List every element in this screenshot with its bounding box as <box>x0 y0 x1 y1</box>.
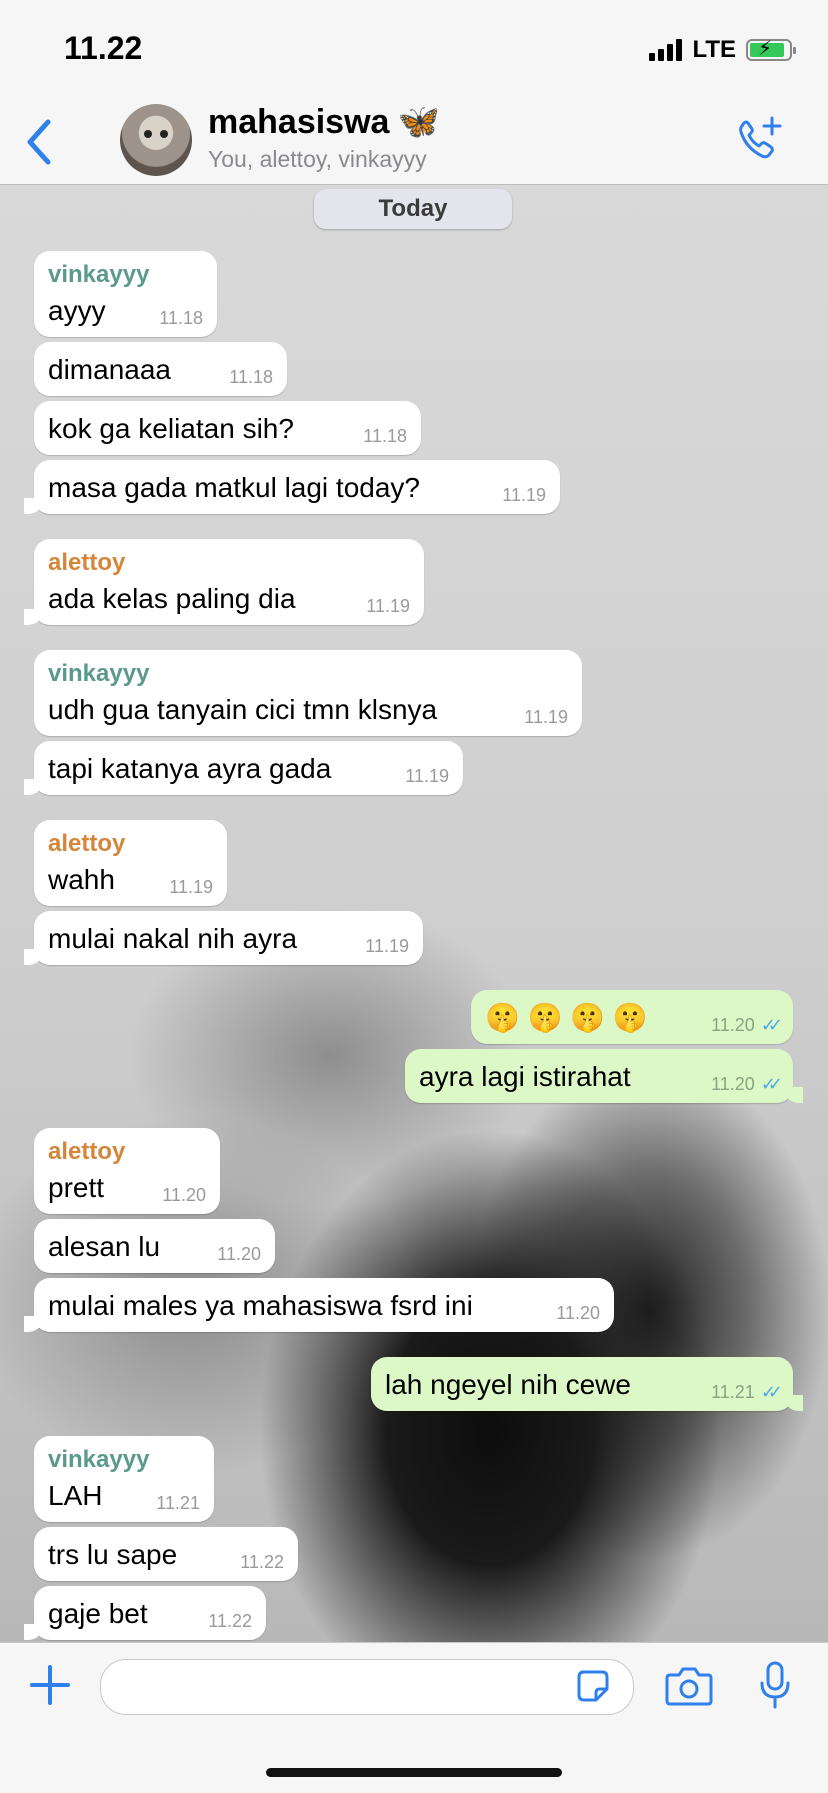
double-check-icon: ✓✓ <box>760 1074 783 1094</box>
message-text: masa gada matkul lagi today? <box>48 472 420 503</box>
message-bubble-outgoing[interactable]: 🤫 🤫 🤫 🤫 11.20 ✓✓ <box>471 990 793 1044</box>
message-input[interactable] <box>100 1659 634 1715</box>
sticker-icon <box>577 1670 609 1702</box>
message-time: 11.20 ✓✓ <box>711 1015 783 1035</box>
message-bubble-outgoing[interactable]: ayra lagi istirahat 11.20 ✓✓ <box>405 1049 803 1103</box>
chat-title[interactable]: mahasiswa 🦋 <box>208 102 440 142</box>
chat-messages[interactable]: Today vinkayyy ayyy 11.18 dimanaaa 11.18… <box>0 185 828 1642</box>
signal-icon <box>649 39 683 61</box>
participants-list[interactable]: You, alettoy, vinkayyy <box>208 146 427 173</box>
message-bubble[interactable]: masa gada matkul lagi today? 11.19 <box>24 460 560 514</box>
message-time: 11.19 <box>365 936 409 956</box>
message-bubble-outgoing[interactable]: lah ngeyel nih cewe 11.21 ✓✓ <box>371 1357 803 1411</box>
sender-name: alettoy <box>48 830 126 857</box>
group-name: mahasiswa <box>208 102 390 141</box>
back-button[interactable] <box>20 114 60 170</box>
camera-icon <box>665 1667 713 1706</box>
status-indicators: LTE ⚡ <box>649 36 796 64</box>
message-bubble[interactable]: gaje bet 11.22 <box>24 1586 266 1640</box>
message-time: 11.21 ✓✓ <box>711 1382 783 1402</box>
group-avatar[interactable] <box>120 104 192 176</box>
message-time: 11.19 <box>366 596 410 616</box>
message-time: 11.22 <box>208 1611 252 1631</box>
home-indicator[interactable] <box>266 1768 562 1777</box>
phone-plus-icon <box>739 116 782 159</box>
message-text: ada kelas paling dia <box>48 583 296 614</box>
message-bubble[interactable]: trs lu sape 11.22 <box>34 1527 298 1581</box>
sender-name: vinkayyy <box>48 1446 150 1473</box>
status-time: 11.22 <box>64 30 143 66</box>
message-text: kok ga keliatan sih? <box>48 413 294 444</box>
message-time: 11.20 <box>217 1244 261 1264</box>
chat-header: mahasiswa 🦋 You, alettoy, vinkayyy <box>0 100 828 185</box>
message-time: 11.19 <box>405 766 449 786</box>
camera-button[interactable] <box>664 1665 714 1707</box>
network-label: LTE <box>692 36 736 63</box>
message-bubble[interactable]: kok ga keliatan sih? 11.18 <box>34 401 421 455</box>
double-check-icon: ✓✓ <box>760 1382 783 1402</box>
message-time: 11.20 <box>556 1303 600 1323</box>
sender-name: alettoy <box>48 1138 126 1165</box>
status-bar: 11.22 LTE ⚡ <box>0 0 828 100</box>
message-time: 11.18 <box>363 426 407 446</box>
butterfly-emoji: 🦋 <box>397 103 440 141</box>
message-bubble[interactable]: dimanaaa 11.18 <box>34 342 287 396</box>
message-time: 11.18 <box>229 367 273 387</box>
attach-button[interactable] <box>28 1663 72 1707</box>
message-text: tapi katanya ayra gada <box>48 753 332 784</box>
message-bubble[interactable]: vinkayyy ayyy 11.18 <box>34 251 217 337</box>
date-separator: Today <box>314 189 512 229</box>
message-time: 11.19 <box>524 707 568 727</box>
message-bubble[interactable]: alesan lu 11.20 <box>34 1219 275 1273</box>
message-time: 11.21 <box>156 1493 200 1513</box>
microphone-icon <box>760 1661 790 1709</box>
message-bubble[interactable]: vinkayyy LAH 11.21 <box>34 1436 214 1522</box>
double-check-icon: ✓✓ <box>760 1015 783 1035</box>
message-time: 11.20 ✓✓ <box>711 1074 783 1094</box>
sender-name: alettoy <box>48 549 126 576</box>
message-bubble[interactable]: mulai nakal nih ayra 11.19 <box>24 911 423 965</box>
message-time: 11.19 <box>502 485 546 505</box>
message-bubble[interactable]: tapi katanya ayra gada 11.19 <box>24 741 463 795</box>
plus-icon <box>30 1665 70 1705</box>
message-time: 11.22 <box>240 1552 284 1572</box>
sender-name: vinkayyy <box>48 261 150 288</box>
message-bubble[interactable]: alettoy prett 11.20 <box>34 1128 220 1214</box>
message-bubble[interactable]: alettoy ada kelas paling dia 11.19 <box>24 539 424 625</box>
sticker-button[interactable] <box>576 1669 610 1703</box>
message-text: mulai nakal nih ayra <box>48 923 298 954</box>
message-bubble[interactable]: vinkayyy udh gua tanyain cici tmn klsnya… <box>34 650 582 736</box>
message-bubble[interactable]: mulai males ya mahasiswa fsrd ini 11.20 <box>24 1278 614 1332</box>
message-time: 11.18 <box>159 308 203 328</box>
battery-icon: ⚡ <box>746 38 796 61</box>
sender-name: vinkayyy <box>48 660 150 687</box>
message-time: 11.19 <box>169 877 213 897</box>
microphone-button[interactable] <box>758 1661 792 1709</box>
message-bubble[interactable]: alettoy wahh 11.19 <box>34 820 227 906</box>
message-text: udh gua tanyain cici tmn klsnya <box>48 694 438 725</box>
chevron-left-icon <box>27 119 51 165</box>
message-time: 11.20 <box>162 1185 206 1205</box>
message-text: mulai males ya mahasiswa fsrd ini <box>48 1290 473 1321</box>
add-call-button[interactable] <box>732 114 784 166</box>
